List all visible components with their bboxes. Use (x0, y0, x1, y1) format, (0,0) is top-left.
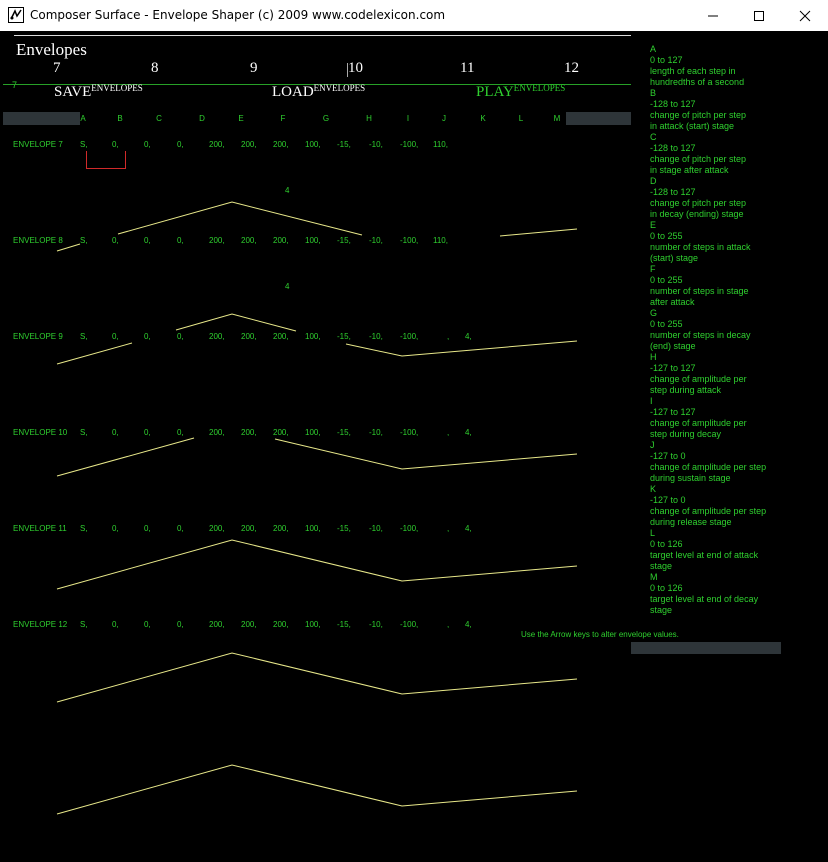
help-line: step during attack (650, 385, 722, 395)
help-line: during sustain stage (650, 473, 731, 483)
help-line: 0 to 255 (650, 319, 683, 329)
envelope-curve-8 (117, 201, 363, 236)
help-line: C (650, 132, 657, 142)
help-line: -128 to 127 (650, 187, 696, 197)
close-button[interactable] (782, 0, 828, 31)
help-line: 0 to 126 (650, 539, 683, 549)
help-line: I (650, 396, 653, 406)
help-line: E (650, 220, 657, 230)
help-line: G (650, 308, 658, 318)
help-line: -127 to 127 (650, 407, 696, 417)
help-line: during release stage (650, 517, 732, 527)
help-line: D (650, 176, 657, 186)
help-line: (end) stage (650, 341, 696, 351)
help-line: number of steps in stage (650, 286, 749, 296)
envelope-curve-8 (499, 228, 578, 237)
help-line: change of amplitude per step (650, 506, 767, 516)
envelope-curve-13 (56, 764, 578, 815)
help-line: stage (650, 561, 673, 571)
envelope-curve-10 (274, 438, 578, 470)
help-line: 0 to 126 (650, 583, 683, 593)
help-line: in attack (start) stage (650, 121, 735, 131)
help-line: -128 to 127 (650, 143, 696, 153)
envelope-surface[interactable]: Envelopes 7 8 9 10 11 12 7 SAVEENVELOPES… (0, 31, 828, 862)
maximize-icon (754, 10, 764, 21)
envelope-curve-9 (56, 342, 133, 365)
window-title: Composer Surface - Envelope Shaper (c) 2… (30, 8, 446, 22)
help-line: 0 to 255 (650, 275, 683, 285)
help-line: -128 to 127 (650, 99, 696, 109)
help-line: change of pitch per step (650, 154, 747, 164)
help-line: after attack (650, 297, 695, 307)
help-line: B (650, 88, 657, 98)
envelope-curve-10 (56, 437, 195, 477)
status-bar (631, 642, 781, 654)
envelope-curves (56, 201, 578, 815)
help-line: number of steps in decay (650, 330, 751, 340)
close-icon (799, 10, 811, 21)
help-line: in stage after attack (650, 165, 729, 175)
help-line: hundredths of a second (650, 77, 745, 87)
help-line: -127 to 0 (650, 451, 686, 461)
envelope-curve-9 (345, 340, 578, 357)
help-line: number of steps in attack (650, 242, 751, 252)
help-line: -127 to 127 (650, 363, 696, 373)
help-line: change of pitch per step (650, 198, 747, 208)
arrow-keys-hint: Use the Arrow keys to alter envelope val… (521, 630, 679, 639)
help-line: step during decay (650, 429, 722, 439)
help-line: H (650, 352, 657, 362)
help-line: 0 to 127 (650, 55, 683, 65)
composer-app-icon (8, 7, 24, 23)
help-line: change of amplitude per (650, 418, 747, 428)
help-line: K (650, 484, 657, 494)
envelope-curve-12 (56, 652, 578, 703)
help-line: 0 to 255 (650, 231, 683, 241)
help-line: change of pitch per step (650, 110, 747, 120)
help-line: L (650, 528, 656, 538)
help-line: A (650, 44, 657, 54)
title-bar: Composer Surface - Envelope Shaper (c) 2… (0, 0, 828, 31)
help-line: (start) stage (650, 253, 699, 263)
help-line: in decay (ending) stage (650, 209, 744, 219)
maximize-button[interactable] (736, 0, 782, 31)
help-line: F (650, 264, 656, 274)
help-line: change of amplitude per (650, 374, 747, 384)
help-line: -127 to 0 (650, 495, 686, 505)
help-line: J (650, 440, 655, 450)
envelope-curve-9 (175, 313, 297, 332)
help-line: M (650, 572, 658, 582)
help-line: target level at end of decay (650, 594, 759, 604)
help-line: length of each step in (650, 66, 736, 76)
envelope-curve-11 (56, 539, 578, 590)
envelope-curve-8 (56, 243, 81, 252)
parameter-help-panel: A0 to 127 length of each step in hundredth… (650, 44, 826, 616)
minimize-button[interactable] (690, 0, 736, 31)
help-line: stage (650, 605, 673, 615)
help-line: target level at end of attack (650, 550, 759, 560)
minimize-icon (708, 15, 718, 16)
help-line: change of amplitude per step (650, 462, 767, 472)
